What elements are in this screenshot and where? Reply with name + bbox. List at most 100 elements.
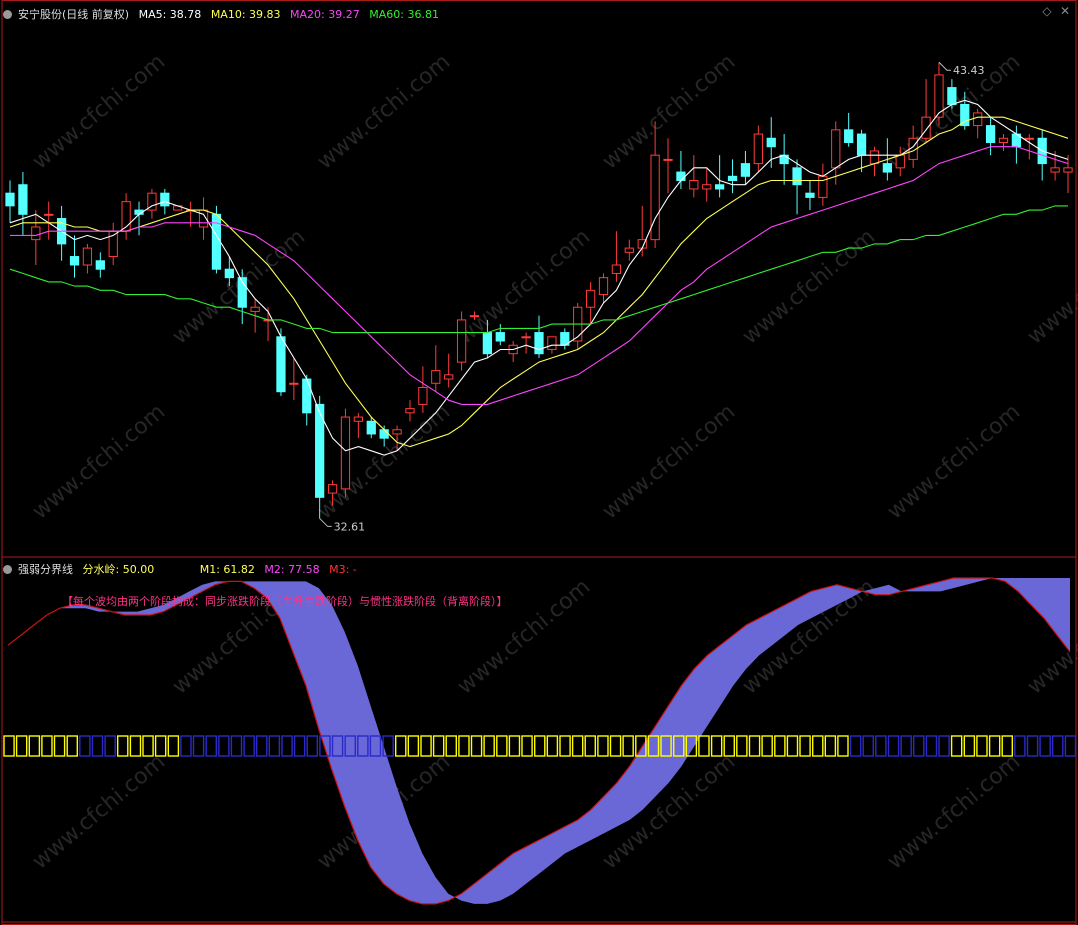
ma10-readout: MA10: 39.83: [210, 8, 281, 21]
candle-body: [715, 184, 725, 190]
candle-body: [224, 268, 234, 279]
candle-body: [676, 171, 686, 182]
threshold-box: [786, 735, 799, 757]
candle: [856, 129, 867, 173]
candle: [521, 332, 531, 354]
threshold-box: [281, 735, 293, 757]
candle-body: [379, 429, 389, 439]
candle-body: [340, 416, 351, 490]
ma60-readout: MA60: 36.81: [369, 8, 439, 21]
threshold-box: [812, 735, 824, 757]
candle-body: [624, 247, 634, 253]
watermark-text: www.cfchi.com: [28, 749, 170, 874]
candle-body: [392, 429, 402, 435]
threshold-box: [1026, 735, 1039, 757]
candle-body: [44, 213, 54, 216]
threshold-box: [53, 735, 66, 757]
indicator-banner: 【每个波均由两个阶段构成：同步涨跌阶段（主升主跌阶段）与惯性涨跌阶段（背离阶段）…: [62, 595, 508, 608]
candle-body: [960, 103, 970, 127]
close-icon[interactable]: ✕: [1058, 4, 1072, 18]
candle-body: [831, 129, 841, 169]
candle-body: [405, 408, 415, 414]
threshold-box: [698, 735, 710, 757]
collapse-icon[interactable]: ◇: [1040, 4, 1054, 18]
watermark-text: www.cfchi.com: [28, 399, 170, 524]
candle: [844, 112, 854, 147]
threshold-box: [546, 735, 559, 757]
threshold-box: [1051, 735, 1064, 757]
threshold-box: [470, 735, 483, 757]
threshold-box: [597, 735, 609, 757]
candle-body: [456, 319, 467, 363]
chart-title: 安宁股份(日线 前复权): [18, 8, 130, 21]
candle: [611, 231, 622, 282]
indicator-title: 强弱分界线: [18, 563, 73, 576]
candle-body: [469, 315, 480, 318]
candle-body: [882, 163, 892, 173]
candle: [508, 341, 518, 363]
threshold-box: [192, 735, 205, 757]
candle: [69, 235, 80, 278]
threshold-box: [1064, 735, 1077, 757]
candle: [353, 412, 363, 439]
candle: [792, 159, 802, 215]
candle: [818, 163, 828, 206]
threshold-box: [988, 735, 1001, 757]
candle-body: [998, 137, 1009, 143]
candle-body: [160, 192, 170, 207]
candle-body: [547, 336, 557, 350]
threshold-box: [293, 735, 306, 757]
candle-body: [985, 125, 996, 143]
candle-body: [482, 332, 493, 355]
threshold-box: [837, 735, 849, 757]
candle-body: [598, 277, 609, 296]
candle: [534, 315, 544, 358]
candle-body: [431, 370, 441, 384]
threshold-box: [243, 735, 255, 757]
threshold-box: [496, 735, 508, 757]
threshold-box: [268, 735, 281, 757]
watermark-text: www.cfchi.com: [28, 49, 170, 174]
threshold-box: [445, 735, 458, 757]
candle: [31, 210, 41, 265]
candle: [598, 273, 609, 304]
settings-toggle-icon[interactable]: [3, 10, 12, 19]
candle-body: [82, 247, 93, 266]
candle: [663, 138, 673, 194]
candle: [689, 155, 699, 198]
candle-body: [327, 484, 338, 494]
candle-body: [727, 175, 738, 182]
threshold-box: [748, 735, 761, 757]
candle-body: [534, 332, 544, 355]
candle-body: [250, 306, 260, 312]
candle: [444, 353, 454, 388]
threshold-box: [925, 735, 938, 757]
candle-body: [18, 184, 28, 215]
candle: [340, 408, 351, 498]
candle: [573, 303, 583, 350]
candle: [560, 328, 570, 350]
threshold-box-strip: [3, 735, 1077, 757]
candle: [1024, 134, 1034, 160]
watermark-text: www.cfchi.com: [883, 749, 1025, 874]
candle: [18, 172, 28, 236]
threshold-box: [521, 735, 533, 757]
candle: [676, 150, 686, 189]
stock-chart[interactable]: www.cfchi.com www.cfchi.com www.cfchi.com w…: [0, 0, 1078, 925]
threshold-box: [534, 735, 546, 757]
candle: [624, 239, 634, 261]
threshold-box: [900, 735, 912, 757]
threshold-box: [559, 735, 571, 757]
candle: [985, 117, 996, 156]
candle-body: [921, 116, 931, 139]
high-marker-arrow: [938, 61, 951, 71]
candle-body: [302, 378, 312, 414]
candle-body: [418, 386, 428, 405]
candle-body: [31, 226, 41, 241]
candle: [302, 374, 312, 426]
indicator-toggle-icon[interactable]: [3, 565, 12, 574]
candle-body: [611, 264, 622, 274]
threshold-box: [736, 735, 748, 757]
threshold-box: [395, 735, 407, 757]
candle-body: [740, 163, 751, 177]
